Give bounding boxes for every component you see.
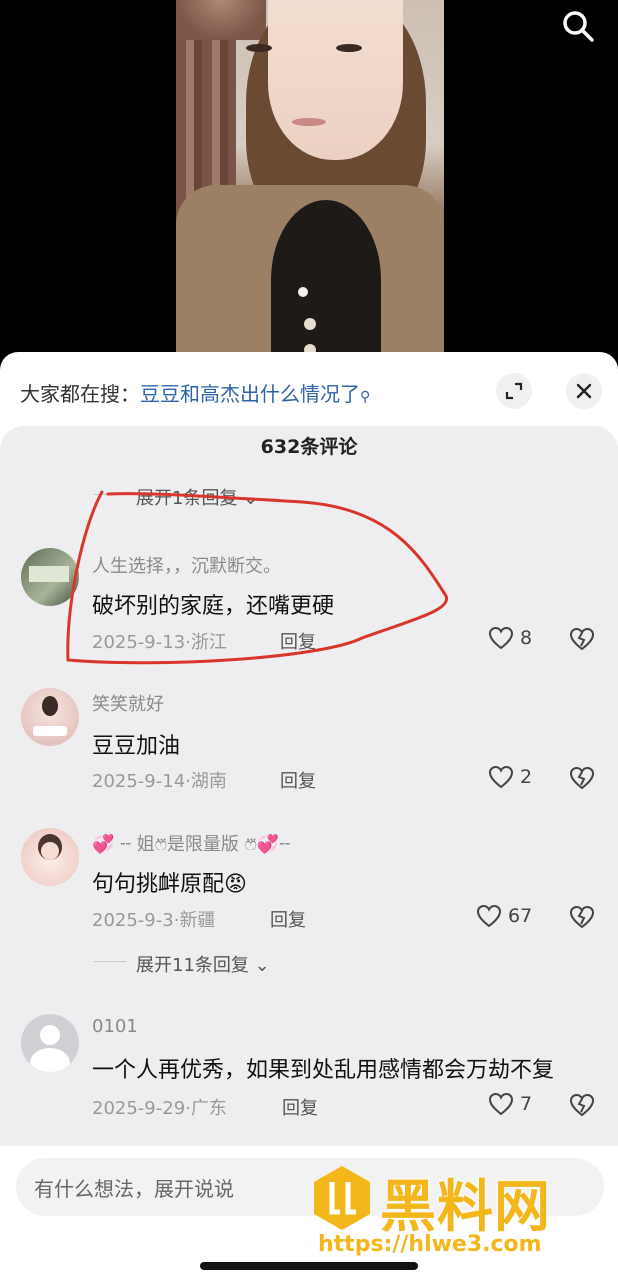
heart-icon: [488, 765, 514, 789]
comment-text: 句句挑衅原配😡: [92, 872, 247, 897]
heart-icon: [488, 1092, 514, 1116]
reply-button[interactable]: 回复: [280, 628, 316, 654]
avatar[interactable]: [21, 828, 79, 886]
comment-text: 破坏别的家庭，还嘴更硬: [92, 594, 335, 619]
watermark-url: https://hlwe3.com: [318, 1232, 542, 1257]
heart-icon: [488, 626, 514, 650]
broken-heart-icon[interactable]: [568, 766, 596, 794]
trending-search: 大家都在搜：豆豆和高杰出什么情况了⚲: [20, 382, 371, 406]
comment-username[interactable]: 0101: [92, 1016, 138, 1037]
avatar[interactable]: [21, 548, 79, 606]
comment-text: 豆豆加油: [92, 734, 181, 759]
reply-button[interactable]: 回复: [282, 1094, 318, 1120]
search-small-icon[interactable]: ⚲: [360, 389, 370, 405]
comment-date-location: 2025-9-14·湖南: [92, 771, 227, 792]
broken-heart-icon[interactable]: [568, 1093, 596, 1121]
comment-username[interactable]: 笑笑就好: [92, 690, 164, 716]
watermark-logo-icon: [314, 1166, 370, 1230]
expand-replies-button[interactable]: 展开1条回复 ⌄: [136, 484, 258, 510]
comment-panel: 大家都在搜：豆豆和高杰出什么情况了⚲ 632条评论: [0, 352, 618, 1280]
search-icon[interactable]: [560, 8, 596, 44]
comment-username[interactable]: 人生选择，，沉默断交。: [92, 552, 281, 578]
comment-date-location: 2025-9-29·广东: [92, 1098, 227, 1119]
like-button[interactable]: 7: [488, 1092, 532, 1116]
comment-count: 632条评论: [260, 436, 358, 458]
face: [268, 0, 403, 160]
screen: 大家都在搜：豆豆和高杰出什么情况了⚲ 632条评论 展开1条回复 ⌄ 人生选择，…: [0, 0, 618, 1280]
like-button[interactable]: 67: [476, 904, 532, 928]
video-player[interactable]: [176, 0, 444, 360]
heart-icon: [476, 904, 502, 928]
comment-date-location: 2025-9-13·浙江: [92, 632, 227, 653]
broken-heart-icon[interactable]: [568, 905, 596, 933]
comment-date-location: 2025-9-3·新疆: [92, 910, 216, 931]
like-button[interactable]: 8: [488, 626, 532, 650]
reply-button[interactable]: 回复: [270, 906, 306, 932]
comment-input-placeholder: 有什么想法，展开说说: [34, 1177, 234, 1201]
avatar[interactable]: [21, 688, 79, 746]
trending-search-link[interactable]: 豆豆和高杰出什么情况了: [140, 382, 360, 406]
like-button[interactable]: 2: [488, 765, 532, 789]
home-indicator[interactable]: [200, 1262, 418, 1270]
expand-replies-button[interactable]: 展开11条回复 ⌄: [136, 951, 270, 977]
expand-icon[interactable]: [496, 373, 532, 409]
broken-heart-icon[interactable]: [568, 627, 596, 655]
comment-username[interactable]: 💞 ╌ 姐ෆ⃛是限量版 ෆ⃛💞╌: [92, 830, 290, 856]
comment-text: 一个人再优秀，如果到处乱用感情都会万劫不复: [92, 1058, 555, 1083]
avatar[interactable]: [21, 1014, 79, 1072]
close-icon[interactable]: [566, 373, 602, 409]
reply-button[interactable]: 回复: [280, 767, 316, 793]
watermark-title: 黑料网: [380, 1175, 551, 1240]
